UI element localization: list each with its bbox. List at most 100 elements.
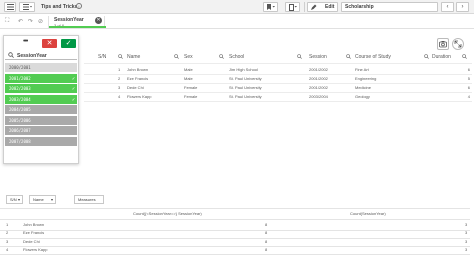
- listbox-item-label: 2004/2005: [9, 107, 31, 112]
- bookmarks-button[interactable]: [263, 2, 278, 12]
- pivot-cell-measure2: 3: [465, 222, 468, 227]
- chevron-down-icon: ▾: [50, 197, 53, 202]
- listbox-item-label: 2006/2007: [9, 128, 31, 133]
- pivot-cell-measure2: 3: [465, 230, 468, 236]
- pivot-cell-name: Dede Chi: [23, 238, 40, 244]
- listbox-item[interactable]: 2000/2001: [5, 63, 77, 73]
- dimension-sn-button[interactable]: S/N ▾: [6, 195, 23, 204]
- table-cell: St. Paul University: [229, 76, 262, 81]
- listbox-item-label: 2003/2004: [9, 96, 31, 102]
- step-back-icon[interactable]: ↶: [18, 18, 23, 25]
- pivot-cell-sn: 4: [6, 246, 9, 252]
- pivot-cell-name: Flowers Kapp: [23, 246, 48, 252]
- table-cell: 6: [467, 67, 470, 72]
- pivot-cell-name: John Brown: [23, 222, 45, 227]
- snapshot-button[interactable]: [437, 38, 449, 50]
- listbox-item-label: 2007/2008: [9, 138, 31, 144]
- sheet-icon: [288, 3, 297, 11]
- selections-tool-icon[interactable]: ⛶: [5, 18, 9, 25]
- check-icon: ✓: [71, 86, 75, 92]
- table-cell: 1: [118, 67, 121, 72]
- fullscreen-button[interactable]: [452, 38, 464, 50]
- table-cell: 3: [118, 85, 121, 90]
- check-icon: ✓: [71, 75, 75, 82]
- measures-label: Measures: [78, 197, 96, 202]
- table-cell: 5: [467, 76, 470, 81]
- listbox-item[interactable]: 2001/2002 ✓: [5, 73, 77, 84]
- pivot-table: S/N ▾ Name ▾ Measures Count({<SessionYea…: [0, 192, 474, 260]
- clear-all-icon[interactable]: ⊘: [38, 18, 43, 25]
- chevron-right-icon: ›: [461, 4, 464, 10]
- prev-sheet-button[interactable]: ‹: [441, 2, 454, 12]
- table-cell: Female: [184, 94, 198, 99]
- confirm-selection-button[interactable]: ✓: [61, 39, 76, 48]
- sheet-selector[interactable]: Scholarship: [341, 2, 438, 12]
- table-row[interactable]: 2 Eze Francis Male St. Paul University 2001/…: [84, 74, 472, 83]
- table-cell: 2: [118, 76, 121, 81]
- pivot-cell-measure1: 8: [265, 238, 268, 244]
- global-menu-button[interactable]: [19, 2, 35, 12]
- table-row[interactable]: 1 John Brown Male Jim High School 2001/2002 F…: [84, 65, 472, 74]
- sheets-button[interactable]: [285, 2, 300, 12]
- table-cell: 4: [467, 94, 470, 99]
- nav-menu-button[interactable]: [4, 2, 16, 12]
- dimension-name-label: Name: [33, 197, 44, 202]
- hamburger-icon: [6, 4, 14, 10]
- check-icon: ✓: [65, 40, 72, 47]
- table-cell: Fine Art: [355, 67, 369, 72]
- table-cell: 2001/2002: [309, 67, 328, 72]
- table-cell: Geology: [355, 94, 370, 99]
- table-cell: Female: [184, 85, 198, 90]
- table-cell: John Brown: [127, 67, 149, 72]
- listbox-item[interactable]: 2007/2008: [5, 136, 77, 147]
- pivot-cell-measure2: 3: [465, 246, 468, 252]
- listbox-toolbar: ••• ✕ ✓: [4, 36, 78, 50]
- pencil-icon: [311, 4, 317, 10]
- list-icon: [22, 4, 32, 10]
- listbox-item[interactable]: 2004/2005: [5, 105, 77, 115]
- table-cell: 4: [118, 94, 121, 99]
- listbox-search[interactable]: SessionYear: [5, 51, 77, 60]
- edit-button[interactable]: Edit: [307, 2, 338, 12]
- pivot-cell-measure1: 8: [265, 222, 268, 227]
- next-sheet-button[interactable]: ›: [456, 2, 469, 12]
- listbox-item-label: 2001/2002: [9, 75, 31, 81]
- listbox-item[interactable]: 2002/2003 ✓: [5, 84, 77, 94]
- table-header-divider: [84, 63, 472, 64]
- measures-button[interactable]: Measures: [74, 195, 104, 204]
- table-row[interactable]: 4 Flowers Kapp Female St. Paul University 20…: [84, 92, 472, 101]
- pivot-row-divider: [0, 254, 470, 256]
- remove-selection-icon[interactable]: ✕: [95, 17, 102, 24]
- expand-icon: [454, 40, 462, 48]
- dimension-name-button[interactable]: Name ▾: [29, 195, 56, 204]
- listbox-item[interactable]: 2005/2006: [5, 115, 77, 126]
- app-title: Tips and Tricks: [41, 4, 78, 10]
- pivot-cell-sn: 2: [6, 230, 9, 236]
- table-cell: Jim High School: [229, 67, 258, 72]
- edit-label: Edit: [325, 4, 335, 10]
- table-cell: Male: [184, 76, 193, 81]
- table-cell: Flowers Kapp: [127, 94, 152, 99]
- listbox-item[interactable]: 2003/2004 ✓: [5, 94, 77, 105]
- table-cell: 2003/2004: [309, 94, 328, 99]
- toolbar-divider: [304, 2, 305, 12]
- pivot-cell-measure1: 8: [265, 230, 268, 236]
- listbox-popup: ••• ✕ ✓ SessionYear 2000/2001 2001/2002 ✓ 2…: [3, 35, 79, 164]
- top-toolbar: Tips and Tricks i Edit Scholarship ‹ ›: [0, 0, 474, 14]
- listbox-item[interactable]: 2006/2007: [5, 126, 77, 136]
- dimension-sn-label: S/N: [10, 197, 17, 202]
- table-cell: 6: [467, 85, 470, 90]
- pivot-col-header-1: Count({<SessionYear=>} SessionYear): [133, 211, 202, 216]
- step-forward-icon[interactable]: ↷: [28, 18, 33, 25]
- table-row[interactable]: 3 Dede Chi Female St. Paul University 2001/2…: [84, 83, 472, 92]
- cancel-selection-button[interactable]: ✕: [42, 39, 57, 48]
- more-options-icon[interactable]: •••: [23, 38, 28, 45]
- table-cell: 2001/2002: [309, 76, 328, 81]
- listbox-item-label: 2005/2006: [9, 117, 31, 123]
- info-icon[interactable]: i: [76, 3, 82, 9]
- pivot-col-header-2: Count(SessionYear): [350, 211, 386, 216]
- camera-icon: [439, 41, 447, 48]
- table-cell: St. Paul University: [229, 94, 262, 99]
- pivot-header-divider: [0, 208, 470, 209]
- pivot-cell-measure2: 3: [465, 238, 468, 244]
